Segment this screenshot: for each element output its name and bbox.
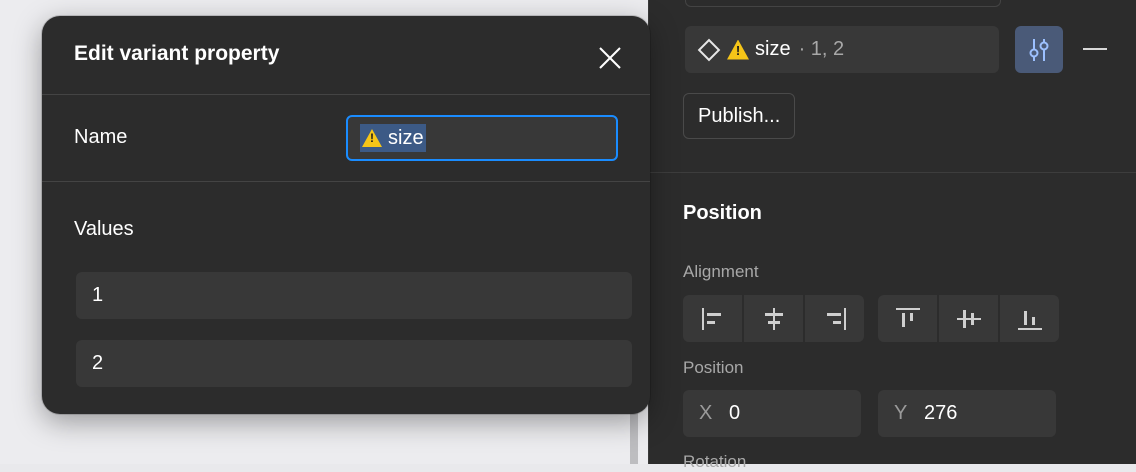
value-row-2[interactable]: 2: [76, 340, 632, 387]
x-axis-label: X: [699, 402, 713, 424]
position-label: Position: [683, 358, 744, 377]
dialog-divider-middle: [42, 181, 650, 182]
property-name-value: size: [388, 126, 424, 149]
variant-property-name: size: [755, 38, 791, 60]
diamond-variant-icon: [697, 38, 721, 61]
variant-property-chip[interactable]: ! size · 1, 2: [685, 26, 999, 73]
align-horizontal-center-button[interactable]: [744, 295, 805, 342]
align-horizontal-center-icon: [764, 307, 783, 330]
y-position-value: 276: [924, 402, 958, 424]
value-text: 1: [92, 284, 104, 306]
sliders-settings-icon: [1029, 38, 1049, 61]
align-top-icon: [895, 307, 920, 327]
x-position-field[interactable]: X 0: [683, 390, 861, 437]
alignment-label: Alignment: [683, 262, 759, 281]
property-settings-button[interactable]: [1015, 26, 1063, 73]
x-position-value: 0: [729, 402, 741, 424]
warning-icon: !: [362, 129, 382, 147]
panel-top-field: [685, 0, 1001, 7]
minus-icon[interactable]: [1083, 48, 1107, 50]
align-right-icon: [826, 307, 846, 330]
align-left-button[interactable]: [683, 295, 744, 342]
dialog-title: Edit variant property: [74, 42, 280, 65]
publish-button[interactable]: Publish...: [683, 93, 796, 139]
align-left-icon: [701, 307, 721, 330]
y-axis-label: Y: [894, 402, 908, 424]
align-bottom-icon: [1017, 310, 1042, 330]
properties-panel: ! size · 1, 2 Publish... Position Alignm…: [648, 0, 1136, 471]
property-name-input[interactable]: ! size: [346, 115, 618, 161]
value-row-1[interactable]: 1: [76, 272, 632, 319]
selected-text: ! size: [360, 124, 426, 152]
vertical-alignment-group: [878, 295, 1059, 342]
align-vertical-center-button[interactable]: [939, 295, 1000, 342]
value-text: 2: [92, 352, 104, 374]
dialog-divider-top: [42, 94, 650, 95]
variant-property-values: · 1, 2: [798, 38, 845, 60]
y-position-field[interactable]: Y 276: [878, 390, 1056, 437]
close-button[interactable]: [592, 40, 628, 76]
close-icon: [599, 47, 621, 69]
name-label: Name: [74, 126, 128, 148]
position-section-title: Position: [683, 202, 762, 224]
rotation-label: Rotation: [683, 452, 747, 471]
horizontal-alignment-group: [683, 295, 864, 342]
align-right-button[interactable]: [805, 295, 864, 342]
warning-icon: !: [727, 39, 749, 60]
panel-divider: [649, 172, 1136, 173]
align-bottom-button[interactable]: [1000, 295, 1059, 342]
align-top-button[interactable]: [878, 295, 939, 342]
values-label: Values: [74, 218, 134, 240]
edit-variant-property-dialog: Edit variant property Name ! size Values…: [42, 16, 650, 414]
align-vertical-center-icon: [956, 309, 981, 328]
